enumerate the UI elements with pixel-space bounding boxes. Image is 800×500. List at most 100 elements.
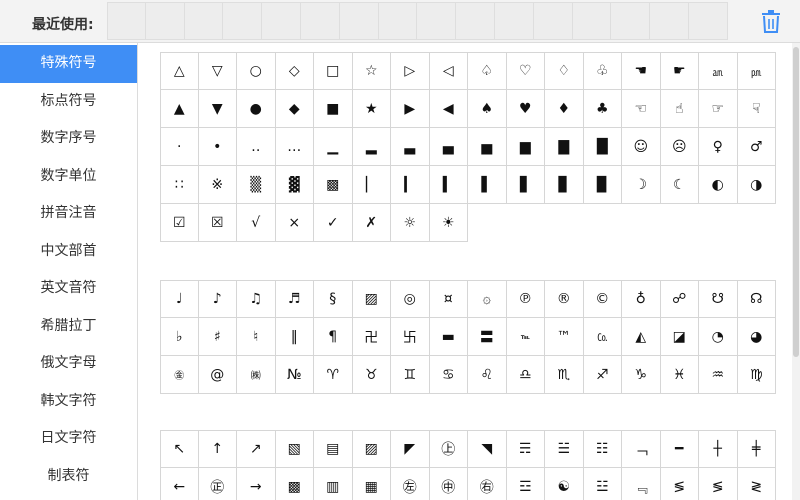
sidebar-item[interactable]: 标点符号 bbox=[0, 83, 137, 121]
symbol-cell[interactable]: ™ bbox=[545, 318, 584, 356]
symbol-cell[interactable]: ▨ bbox=[352, 430, 391, 468]
symbol-cell[interactable]: ∷ bbox=[160, 166, 199, 204]
symbol-cell[interactable]: ▃ bbox=[391, 128, 430, 166]
symbol-cell[interactable]: ▼ bbox=[198, 90, 237, 128]
symbol-cell[interactable]: ◆ bbox=[275, 90, 314, 128]
symbol-cell[interactable]: 〓 bbox=[468, 318, 507, 356]
symbol-cell[interactable]: ◕ bbox=[737, 318, 776, 356]
symbol-cell[interactable]: ▩ bbox=[314, 166, 353, 204]
symbol-cell[interactable]: ♁ bbox=[622, 280, 661, 318]
symbol-cell[interactable]: ♑ bbox=[622, 356, 661, 394]
symbol-cell[interactable]: ♏ bbox=[545, 356, 584, 394]
symbol-cell[interactable]: ♤ bbox=[468, 52, 507, 90]
symbol-cell[interactable]: § bbox=[314, 280, 353, 318]
trash-icon[interactable] bbox=[760, 10, 782, 34]
scrollbar[interactable] bbox=[792, 43, 800, 500]
symbol-cell[interactable]: ♒ bbox=[699, 356, 738, 394]
symbol-cell[interactable]: ☺ bbox=[622, 128, 661, 166]
symbol-cell[interactable]: ▄ bbox=[429, 128, 468, 166]
symbol-cell[interactable]: ■ bbox=[314, 90, 353, 128]
sidebar-item[interactable]: 制表符 bbox=[0, 458, 137, 496]
symbol-cell[interactable]: ▓ bbox=[275, 166, 314, 204]
recent-slot[interactable] bbox=[262, 2, 301, 40]
symbol-cell[interactable]: ↗ bbox=[237, 430, 276, 468]
recent-slot[interactable] bbox=[300, 2, 340, 40]
symbol-cell[interactable]: ‖ bbox=[275, 318, 314, 356]
symbol-cell[interactable]: ✗ bbox=[352, 204, 391, 242]
symbol-cell[interactable]: ≶ bbox=[699, 468, 738, 500]
symbol-cell[interactable]: ◪ bbox=[660, 318, 699, 356]
symbol-cell[interactable]: ▏ bbox=[352, 166, 391, 204]
sidebar-item[interactable]: 数字序号 bbox=[0, 120, 137, 158]
symbol-cell[interactable]: ✓ bbox=[314, 204, 353, 242]
symbol-cell[interactable]: ▶ bbox=[391, 90, 430, 128]
symbol-cell[interactable]: ☑ bbox=[160, 204, 199, 242]
symbol-cell[interactable]: ♮ bbox=[237, 318, 276, 356]
symbol-cell[interactable]: ♯ bbox=[198, 318, 237, 356]
symbol-cell[interactable]: ▽ bbox=[198, 52, 237, 90]
symbol-cell[interactable]: ← bbox=[160, 468, 199, 500]
symbol-cell[interactable]: ♫ bbox=[237, 280, 276, 318]
symbol-cell[interactable]: ♠ bbox=[468, 90, 507, 128]
sidebar-item[interactable]: 希腊拉丁 bbox=[0, 308, 137, 346]
recent-slot[interactable] bbox=[494, 2, 534, 40]
symbol-cell[interactable]: ♬ bbox=[275, 280, 314, 318]
recent-slot[interactable] bbox=[611, 2, 651, 40]
symbol-cell[interactable]: ◭ bbox=[622, 318, 661, 356]
symbol-cell[interactable]: □ bbox=[314, 52, 353, 90]
symbol-cell[interactable]: ▉ bbox=[583, 166, 622, 204]
symbol-cell[interactable]: ▋ bbox=[506, 166, 545, 204]
symbol-cell[interactable]: ♍ bbox=[737, 356, 776, 394]
symbol-cell[interactable]: ▍ bbox=[429, 166, 468, 204]
recent-slot[interactable] bbox=[378, 2, 418, 40]
symbol-cell[interactable]: ▨ bbox=[352, 280, 391, 318]
symbol-cell[interactable]: ☷ bbox=[583, 430, 622, 468]
recent-slot[interactable] bbox=[339, 2, 379, 40]
symbol-cell[interactable]: ☾ bbox=[660, 166, 699, 204]
symbol-cell[interactable]: ㏇ bbox=[583, 318, 622, 356]
symbol-cell[interactable]: ㈱ bbox=[237, 356, 276, 394]
symbol-cell[interactable]: ◔ bbox=[699, 318, 738, 356]
symbol-cell[interactable]: ¤ bbox=[429, 280, 468, 318]
symbol-cell[interactable]: ☹ bbox=[660, 128, 699, 166]
symbol-cell[interactable]: ♦ bbox=[545, 90, 584, 128]
symbol-cell[interactable]: █ bbox=[583, 128, 622, 166]
symbol-cell[interactable]: ♡ bbox=[506, 52, 545, 90]
symbol-cell[interactable]: ↖ bbox=[160, 430, 199, 468]
symbol-cell[interactable]: ☒ bbox=[198, 204, 237, 242]
symbol-cell[interactable]: ☜ bbox=[622, 90, 661, 128]
symbol-cell[interactable]: ♭ bbox=[160, 318, 199, 356]
sidebar-item[interactable]: 日文字符 bbox=[0, 420, 137, 458]
symbol-cell[interactable]: @ bbox=[198, 356, 237, 394]
symbol-cell[interactable]: ▊ bbox=[545, 166, 584, 204]
sidebar-item[interactable]: 拼音注音 bbox=[0, 195, 137, 233]
recent-slot[interactable] bbox=[107, 2, 146, 40]
symbol-cell[interactable]: → bbox=[237, 468, 276, 500]
symbol-cell[interactable]: … bbox=[275, 128, 314, 166]
symbol-cell[interactable]: ♉ bbox=[352, 356, 391, 394]
symbol-cell[interactable]: ℗ bbox=[506, 280, 545, 318]
symbol-cell[interactable]: ▩ bbox=[276, 468, 314, 500]
symbol-cell[interactable]: ♢ bbox=[545, 52, 584, 90]
symbol-cell[interactable]: ♪ bbox=[198, 280, 237, 318]
symbol-cell[interactable]: ㊎ bbox=[160, 356, 199, 394]
symbol-cell[interactable]: ▷ bbox=[391, 52, 430, 90]
symbol-cell[interactable]: △ bbox=[160, 52, 199, 90]
symbol-cell[interactable]: ☛ bbox=[660, 52, 699, 90]
symbol-cell[interactable]: ㊧ bbox=[391, 468, 430, 500]
symbol-cell[interactable]: ▇ bbox=[545, 128, 584, 166]
symbol-cell[interactable]: ‥ bbox=[237, 128, 276, 166]
symbol-cell[interactable]: ▂ bbox=[352, 128, 391, 166]
symbol-cell[interactable]: ♊ bbox=[391, 356, 430, 394]
symbol-cell[interactable]: ♌ bbox=[468, 356, 507, 394]
symbol-cell[interactable]: ↑ bbox=[198, 430, 237, 468]
symbol-cell[interactable]: ━ bbox=[660, 430, 699, 468]
symbol-cell[interactable]: √ bbox=[237, 204, 276, 242]
symbol-cell[interactable]: ▦ bbox=[353, 468, 391, 500]
symbol-cell[interactable]: ▎ bbox=[391, 166, 430, 204]
symbol-cell[interactable]: ♧ bbox=[583, 52, 622, 90]
symbol-cell[interactable]: ☋ bbox=[699, 280, 738, 318]
symbol-cell[interactable]: ▧ bbox=[275, 430, 314, 468]
symbol-cell[interactable]: ♋ bbox=[429, 356, 468, 394]
symbol-cell[interactable]: ☴ bbox=[506, 430, 545, 468]
